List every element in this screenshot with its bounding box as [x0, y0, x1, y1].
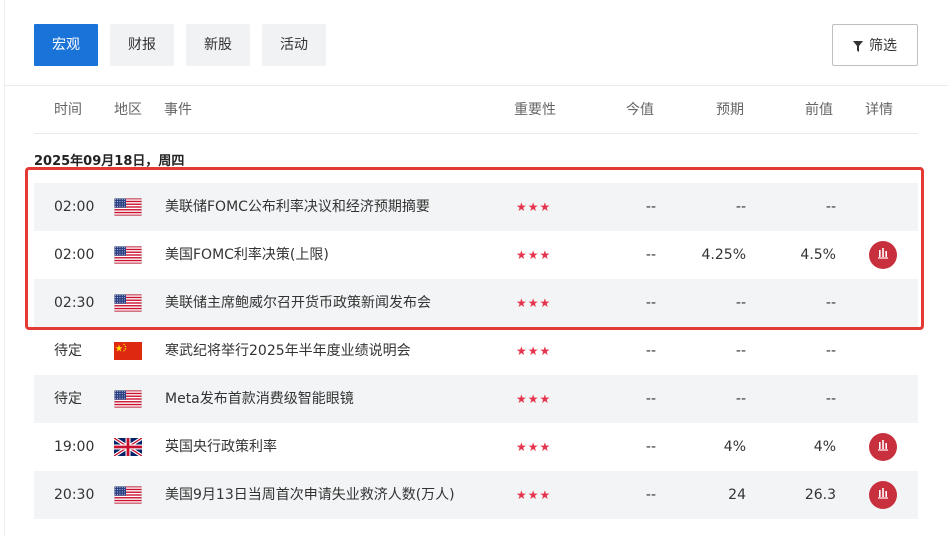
row-previous: 4%: [813, 439, 836, 455]
us-flag-icon: [114, 198, 142, 216]
row-forecast: 4%: [723, 439, 746, 455]
row-previous: --: [825, 199, 836, 215]
row-actual: --: [645, 391, 656, 407]
bar-chart-icon: [877, 487, 889, 503]
row-forecast: --: [735, 199, 746, 215]
filter-icon: [853, 40, 863, 52]
date-header: 2025年09月18日，周四: [34, 154, 185, 169]
importance-stars: ★★★: [516, 440, 552, 454]
row-event: 美国9月13日当周首次申请失业救济人数(万人): [165, 487, 455, 503]
importance-stars: ★★★: [516, 488, 552, 502]
event-table-body: 02:00 美联储FOMC公布利率决议和经济预期摘要 ★★★ -- -- -- …: [34, 183, 918, 519]
chart-detail-button[interactable]: [869, 241, 897, 269]
row-forecast: --: [735, 391, 746, 407]
column-header-forecast: 预期: [716, 102, 744, 118]
row-actual: --: [645, 295, 656, 311]
uk-flag-icon: [114, 438, 142, 456]
chart-detail-button[interactable]: [869, 481, 897, 509]
cn-flag-icon: [114, 342, 142, 360]
us-flag-icon: [114, 246, 142, 264]
row-forecast: --: [735, 343, 746, 359]
row-previous: --: [825, 343, 836, 359]
importance-stars: ★★★: [516, 392, 552, 406]
category-tabs: 宏观 财报 新股 活动: [34, 24, 338, 66]
row-event: 寒武纪将举行2025年半年度业绩说明会: [165, 343, 411, 359]
tab-macro[interactable]: 宏观: [34, 24, 98, 66]
table-row[interactable]: 待定 寒武纪将举行2025年半年度业绩说明会 ★★★ -- -- --: [34, 327, 918, 375]
row-time: 待定: [54, 343, 82, 359]
importance-stars: ★★★: [516, 344, 552, 358]
table-row[interactable]: 待定 Meta发布首款消费级智能眼镜 ★★★ -- -- --: [34, 375, 918, 423]
row-time: 02:00: [54, 247, 95, 263]
row-actual: --: [645, 439, 656, 455]
row-actual: --: [645, 199, 656, 215]
row-time: 19:00: [54, 439, 95, 455]
row-previous: 4.5%: [800, 247, 836, 263]
tab-events[interactable]: 活动: [262, 24, 326, 66]
column-header-actual: 今值: [626, 102, 654, 118]
column-header-event: 事件: [164, 102, 192, 118]
row-time: 02:00: [54, 199, 95, 215]
importance-stars: ★★★: [516, 200, 552, 214]
importance-stars: ★★★: [516, 296, 552, 310]
column-header-region: 地区: [114, 102, 142, 118]
tab-earnings[interactable]: 财报: [110, 24, 174, 66]
us-flag-icon: [114, 294, 142, 312]
bar-chart-icon: [877, 247, 889, 263]
row-forecast: --: [735, 295, 746, 311]
column-header-previous: 前值: [805, 102, 833, 118]
detail-cell: [869, 433, 897, 461]
row-time: 20:30: [54, 487, 95, 503]
row-previous: --: [825, 295, 836, 311]
column-header-importance: 重要性: [514, 102, 556, 118]
row-previous: --: [825, 391, 836, 407]
column-header-detail: 详情: [865, 102, 893, 118]
table-row[interactable]: 02:00 美国FOMC利率决策(上限) ★★★ -- 4.25% 4.5%: [34, 231, 918, 279]
us-flag-icon: [114, 390, 142, 408]
row-forecast: 4.25%: [701, 247, 746, 263]
detail-cell: [869, 241, 897, 269]
row-actual: --: [645, 247, 656, 263]
table-row[interactable]: 19:00 英国央行政策利率 ★★★ -- 4% 4%: [34, 423, 918, 471]
importance-stars: ★★★: [516, 248, 552, 262]
row-event: 美国FOMC利率决策(上限): [165, 247, 329, 263]
row-event: 美联储FOMC公布利率决议和经济预期摘要: [165, 199, 430, 215]
tab-ipo[interactable]: 新股: [186, 24, 250, 66]
row-previous: 26.3: [804, 487, 836, 503]
table-row[interactable]: 02:00 美联储FOMC公布利率决议和经济预期摘要 ★★★ -- -- --: [34, 183, 918, 231]
table-header: 时间 地区 事件 重要性 今值 预期 前值 详情: [34, 86, 918, 134]
row-actual: --: [645, 343, 656, 359]
row-time: 02:30: [54, 295, 95, 311]
row-event: Meta发布首款消费级智能眼镜: [165, 391, 354, 407]
filter-button[interactable]: 筛选: [832, 24, 918, 66]
row-actual: --: [645, 487, 656, 503]
row-time: 待定: [54, 391, 82, 407]
filter-label: 筛选: [869, 38, 897, 54]
row-event: 英国央行政策利率: [165, 439, 277, 455]
row-forecast: 24: [728, 487, 746, 503]
detail-cell: [869, 481, 897, 509]
table-row[interactable]: 20:30 美国9月13日当周首次申请失业救济人数(万人) ★★★ -- 24 …: [34, 471, 918, 519]
chart-detail-button[interactable]: [869, 433, 897, 461]
table-row[interactable]: 02:30 美联储主席鲍威尔召开货币政策新闻发布会 ★★★ -- -- --: [34, 279, 918, 327]
row-event: 美联储主席鲍威尔召开货币政策新闻发布会: [165, 295, 431, 311]
bar-chart-icon: [877, 439, 889, 455]
column-header-time: 时间: [54, 102, 82, 118]
us-flag-icon: [114, 486, 142, 504]
